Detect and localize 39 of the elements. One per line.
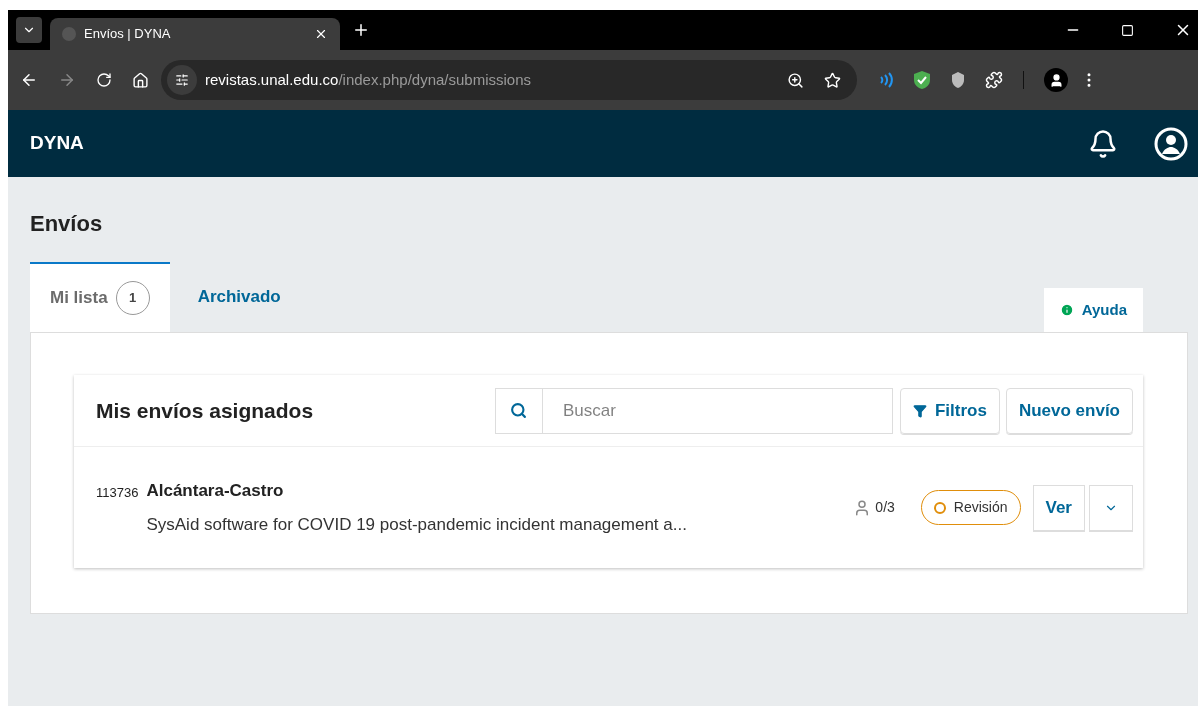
search-field[interactable]: Buscar xyxy=(542,387,893,434)
address-bar[interactable]: revistas.unal.edu.co/index.php/dyna/submissions xyxy=(161,60,857,100)
new-submission-button[interactable]: Nuevo envío xyxy=(1005,387,1133,434)
info-icon xyxy=(1059,303,1074,317)
user-account-icon[interactable] xyxy=(1154,126,1188,161)
url-text: revistas.unal.edu.co/index.php/dyna/submissions xyxy=(205,69,533,90)
submission-id: 113736 xyxy=(96,484,139,502)
help-tab[interactable]: Ayuda xyxy=(1043,288,1143,332)
forward-icon[interactable] xyxy=(58,71,76,89)
zoom-icon[interactable] xyxy=(787,71,804,89)
browser-tab[interactable]: Envíos | DYNA xyxy=(50,18,340,50)
extensions-icon[interactable] xyxy=(985,71,1003,89)
site-settings-icon[interactable] xyxy=(175,73,189,87)
search-icon xyxy=(510,402,528,419)
new-tab-icon[interactable] xyxy=(352,21,370,39)
reload-icon[interactable] xyxy=(96,72,112,88)
filter-icon xyxy=(912,403,927,418)
shield-check-icon[interactable] xyxy=(913,70,931,90)
close-tab-icon[interactable] xyxy=(314,27,328,41)
favicon-icon xyxy=(62,27,76,41)
profile-icon[interactable] xyxy=(1044,68,1068,92)
submission-author[interactable]: Alcántara-Castro xyxy=(146,478,687,504)
card-title: Mis envíos asignados xyxy=(96,397,315,424)
tab-list-button[interactable] xyxy=(16,17,42,43)
submission-title[interactable]: SysAid software for COVID 19 post-pandemic incident management a... xyxy=(146,511,687,537)
search-icon-box[interactable] xyxy=(494,387,543,434)
tab[interactable]: Mi lista 1 xyxy=(30,262,170,332)
back-icon[interactable] xyxy=(20,71,38,89)
page-title: Envíos xyxy=(30,210,104,238)
home-icon[interactable] xyxy=(132,71,149,89)
tab[interactable]: Archivado xyxy=(169,262,309,332)
view-button[interactable]: Ver xyxy=(1032,484,1085,531)
notifications-icon[interactable] xyxy=(1088,128,1118,159)
maximize-icon[interactable] xyxy=(1121,23,1134,37)
bookmark-star-icon[interactable] xyxy=(824,71,841,89)
reviews-count: 0/3 xyxy=(875,498,895,517)
tab-title: Envíos | DYNA xyxy=(84,25,172,44)
shield-icon[interactable] xyxy=(951,71,965,89)
filters-button[interactable]: Filtros xyxy=(899,387,1000,434)
